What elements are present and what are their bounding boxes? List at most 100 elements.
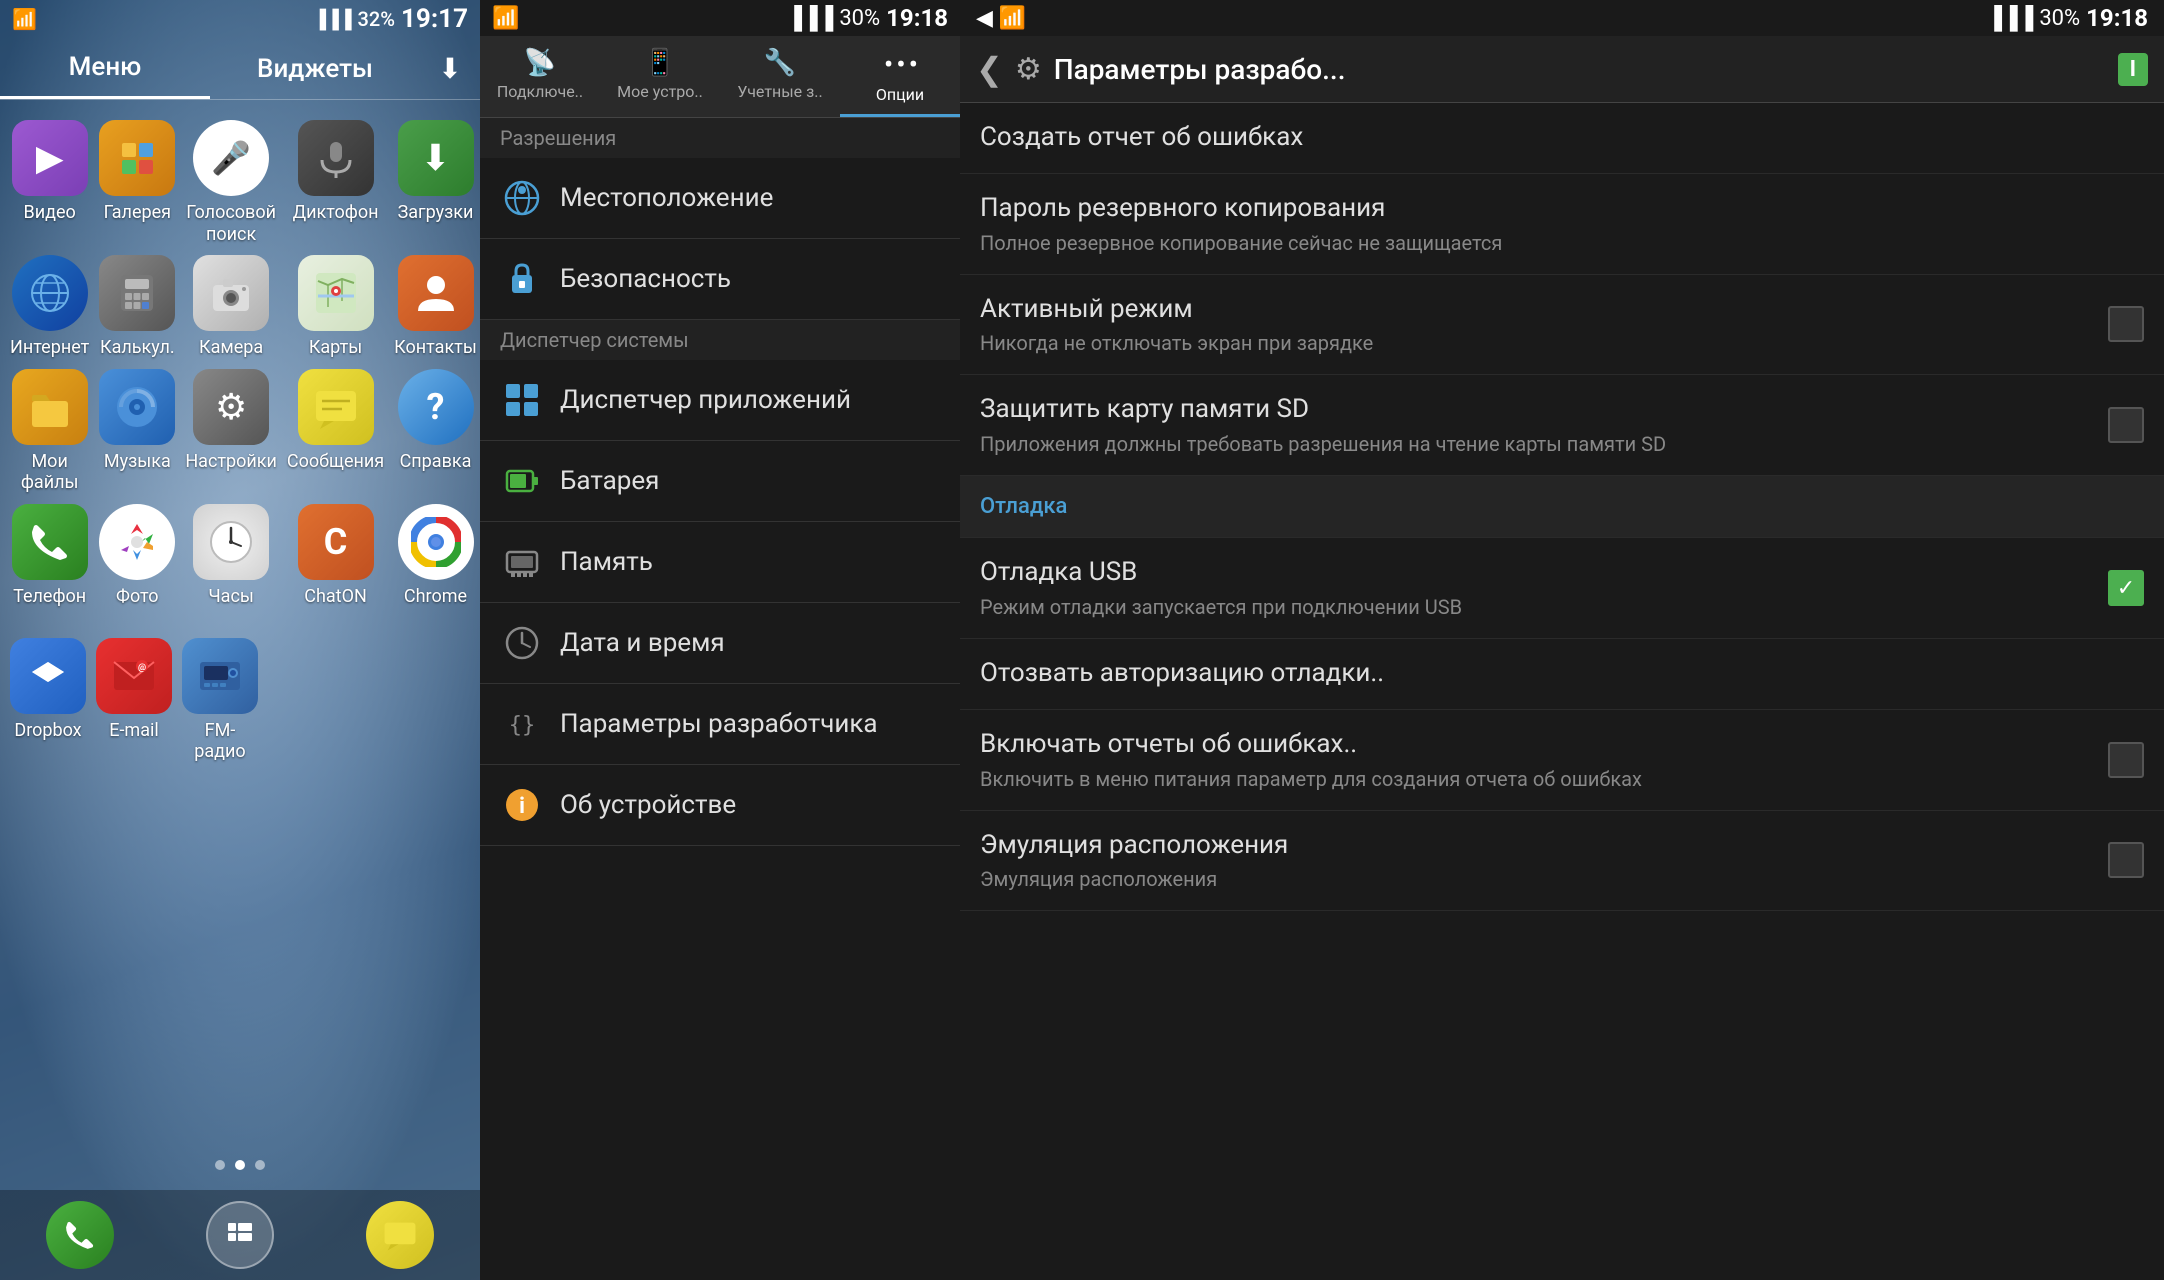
app-fmradio[interactable]: FM-радио bbox=[182, 638, 258, 763]
dev-item-emulation[interactable]: Эмуляция расположения Эмуляция расположе… bbox=[960, 811, 2164, 912]
tab-widgets[interactable]: Виджеты bbox=[210, 40, 420, 98]
app-grid: ▶ Видео Галерея 🎤 Голосовой поиск bbox=[0, 100, 480, 628]
app-downloads[interactable]: ⬇ Загрузки bbox=[394, 120, 477, 245]
app-help[interactable]: ? Справка bbox=[394, 369, 477, 494]
tab-menu[interactable]: Меню bbox=[0, 38, 210, 99]
appmanager-label: Диспетчер приложений bbox=[560, 385, 851, 415]
dev-item-protect-title: Защитить карту памяти SD bbox=[980, 393, 2096, 427]
dev-item-backup-content: Пароль резервного копирования Полное рез… bbox=[980, 192, 2144, 256]
dev-item-active-mode[interactable]: Активный режим Никогда не отключать экра… bbox=[960, 275, 2164, 376]
time-s2: 19:18 bbox=[886, 4, 948, 32]
page-dot-3[interactable] bbox=[255, 1160, 265, 1170]
devparams-label: Параметры разработчика bbox=[560, 709, 878, 739]
settings-item-datetime[interactable]: Дата и время bbox=[480, 603, 960, 684]
app-label-camera: Камера bbox=[199, 337, 263, 359]
dev-checkbox-error-reports[interactable] bbox=[2108, 742, 2144, 778]
app-label-dictaphone: Диктофон bbox=[293, 202, 379, 224]
tab-mydevice[interactable]: 📱 Мое устро.. bbox=[600, 36, 720, 117]
app-gallery[interactable]: Галерея bbox=[99, 120, 175, 245]
signal-s2: ▐▐▐ bbox=[787, 5, 834, 31]
dev-item-protect-sd[interactable]: Защитить карту памяти SD Приложения долж… bbox=[960, 375, 2164, 476]
dev-item-backup-password[interactable]: Пароль резервного копирования Полное рез… bbox=[960, 174, 2164, 275]
page-dot-1[interactable] bbox=[215, 1160, 225, 1170]
svg-text:@: @ bbox=[138, 663, 146, 673]
app-icon-clock bbox=[193, 504, 269, 580]
tab-accounts[interactable]: 🔧 Учетные з.. bbox=[720, 36, 840, 117]
app-dropbox[interactable]: Dropbox bbox=[10, 638, 86, 763]
app-icon-dictaphone bbox=[298, 120, 374, 196]
dev-item-active-title: Активный режим bbox=[980, 293, 2096, 327]
app-chrome[interactable]: Chrome bbox=[394, 504, 477, 608]
dev-battery-indicator: I bbox=[2118, 53, 2148, 86]
app-label-video: Видео bbox=[24, 202, 76, 224]
dev-item-create-report[interactable]: Создать отчет об ошибках bbox=[960, 103, 2164, 174]
app-contacts[interactable]: Контакты bbox=[394, 255, 477, 359]
tab-options[interactable]: • • • Опции bbox=[840, 36, 960, 117]
dev-item-revoke-title: Отозвать авторизацию отладки.. bbox=[980, 657, 2144, 691]
dev-item-protect-subtitle: Приложения должны требовать разрешения н… bbox=[980, 431, 2096, 457]
app-maps[interactable]: Карты bbox=[287, 255, 384, 359]
location-icon bbox=[500, 176, 544, 220]
app-settings[interactable]: ⚙ Настройки bbox=[185, 369, 277, 494]
dock-phone[interactable] bbox=[46, 1201, 114, 1269]
location-label: Местоположение bbox=[560, 183, 773, 213]
dock-apps[interactable] bbox=[206, 1201, 274, 1269]
app-icon-gallery bbox=[99, 120, 175, 196]
wifi-icon: 📶 bbox=[12, 7, 37, 31]
app-voice[interactable]: 🎤 Голосовой поиск bbox=[185, 120, 277, 245]
dock-messages[interactable] bbox=[366, 1201, 434, 1269]
app-chaton[interactable]: C ChatON bbox=[287, 504, 384, 608]
signal-icon-home: ▐▐▐ bbox=[313, 9, 351, 30]
app-phone[interactable]: Телефон bbox=[10, 504, 89, 608]
dev-item-usb-subtitle: Режим отладки запускается при подключени… bbox=[980, 594, 2096, 620]
battery-label: Батарея bbox=[560, 466, 659, 496]
dev-checkbox-usb-debug[interactable]: ✓ bbox=[2108, 570, 2144, 606]
settings-item-location[interactable]: Местоположение bbox=[480, 158, 960, 239]
dev-item-error-subtitle: Включить в меню питания параметр для соз… bbox=[980, 766, 2096, 792]
download-button[interactable]: ⬇ bbox=[420, 38, 480, 99]
app-label-email: E-mail bbox=[109, 720, 159, 742]
tab-connections[interactable]: 📡 Подключе.. bbox=[480, 36, 600, 117]
page-dot-2[interactable] bbox=[235, 1160, 245, 1170]
app-label-clock: Часы bbox=[208, 586, 254, 608]
app-label-help: Справка bbox=[400, 451, 472, 473]
app-icon-music bbox=[99, 369, 175, 445]
back-button-dev[interactable]: ❮ bbox=[976, 50, 1003, 88]
settings-item-devparams[interactable]: {} Параметры разработчика bbox=[480, 684, 960, 765]
app-icon-video: ▶ bbox=[12, 120, 88, 196]
settings-item-memory[interactable]: Память bbox=[480, 522, 960, 603]
app-video[interactable]: ▶ Видео bbox=[10, 120, 89, 245]
dev-item-emulation-subtitle: Эмуляция расположения bbox=[980, 866, 2096, 892]
options-icon: • • • bbox=[884, 48, 916, 81]
dev-item-usb-debug[interactable]: Отладка USB Режим отладки запускается пр… bbox=[960, 538, 2164, 639]
dev-item-revoke-debug[interactable]: Отозвать авторизацию отладки.. bbox=[960, 639, 2164, 710]
app-calc[interactable]: Калькул. bbox=[99, 255, 175, 359]
app-music[interactable]: Музыка bbox=[99, 369, 175, 494]
dev-checkbox-active-mode[interactable] bbox=[2108, 306, 2144, 342]
app-label-gallery: Галерея bbox=[104, 202, 171, 224]
app-label-fmradio: FM-радио bbox=[182, 720, 258, 763]
app-label-messages: Сообщения bbox=[287, 451, 384, 473]
app-files[interactable]: Мои файлы bbox=[10, 369, 89, 494]
app-icon-camera bbox=[193, 255, 269, 331]
battery-icon bbox=[500, 459, 544, 503]
app-internet[interactable]: Интернет bbox=[10, 255, 89, 359]
dev-item-create-report-content: Создать отчет об ошибках bbox=[980, 121, 2144, 155]
status-bar-home: 📶 ▐▐▐ 32% 19:17 bbox=[0, 0, 480, 38]
settings-item-appmanager[interactable]: Диспетчер приложений bbox=[480, 360, 960, 441]
settings-item-about[interactable]: i Об устройстве bbox=[480, 765, 960, 846]
app-messages[interactable]: Сообщения bbox=[287, 369, 384, 494]
dev-item-protect-content: Защитить карту памяти SD Приложения долж… bbox=[980, 393, 2096, 457]
settings-item-battery[interactable]: Батарея bbox=[480, 441, 960, 522]
app-email[interactable]: @ E-mail bbox=[96, 638, 172, 763]
dev-checkbox-emulation[interactable] bbox=[2108, 842, 2144, 878]
dev-checkbox-protect-sd[interactable] bbox=[2108, 407, 2144, 443]
battery-dev: 30% bbox=[2039, 6, 2080, 31]
dev-item-error-reports[interactable]: Включать отчеты об ошибках.. Включить в … bbox=[960, 710, 2164, 811]
app-icon-voice: 🎤 bbox=[193, 120, 269, 196]
app-camera[interactable]: Камера bbox=[185, 255, 277, 359]
app-photos[interactable]: Фото bbox=[99, 504, 175, 608]
app-clock[interactable]: Часы bbox=[185, 504, 277, 608]
settings-item-security[interactable]: Безопасность bbox=[480, 239, 960, 320]
app-dictaphone[interactable]: Диктофон bbox=[287, 120, 384, 245]
